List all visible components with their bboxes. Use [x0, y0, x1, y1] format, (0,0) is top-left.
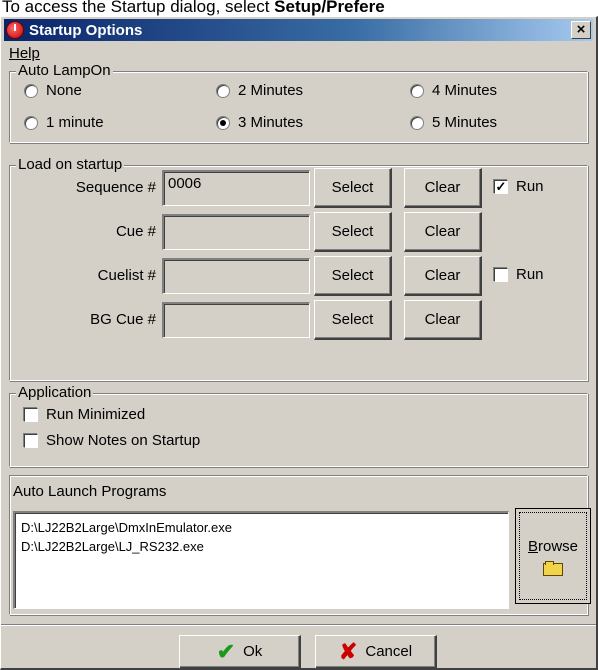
radio-2-minutes[interactable]: 2 Minutes — [216, 82, 303, 99]
radio-none[interactable]: None — [24, 82, 82, 99]
sequence-field[interactable]: 0006 — [162, 170, 310, 206]
ok-button[interactable]: ✔ Ok — [179, 635, 301, 669]
bg-cue-field[interactable] — [162, 302, 310, 338]
auto-launch-list[interactable]: D:\LJ22B2Large\DmxInEmulator.exe D:\LJ22… — [13, 511, 509, 609]
caption-lead: To access the Startup dialog, select — [2, 0, 275, 16]
run-minimized-label: Run Minimized — [46, 406, 146, 423]
cue-field[interactable] — [162, 214, 310, 250]
auto-lampon-group: Auto LampOn None 2 Minutes 4 Minutes 1 m… — [9, 62, 588, 143]
cuelist-field[interactable] — [162, 258, 310, 294]
sequence-label: Sequence # — [75, 179, 156, 196]
show-notes-label: Show Notes on Startup — [46, 432, 201, 449]
title-bar[interactable]: Startup Options × — [4, 19, 593, 41]
list-item[interactable]: D:\LJ22B2Large\LJ_RS232.exe — [21, 537, 502, 556]
radio-4-minutes[interactable]: 4 Minutes — [410, 82, 497, 99]
radio-5-minutes[interactable]: 5 Minutes — [410, 114, 497, 131]
cue-clear-button[interactable]: Clear — [404, 212, 482, 252]
radio-3-minutes[interactable]: 3 Minutes — [216, 114, 303, 131]
sequence-select-button[interactable]: Select — [314, 168, 392, 208]
browse-mnemonic: B — [527, 537, 538, 555]
close-button[interactable]: × — [571, 21, 591, 39]
cancel-button[interactable]: ✘ Cancel — [315, 635, 437, 669]
menu-help[interactable]: Help — [9, 45, 40, 62]
browse-label: Browse — [528, 538, 578, 555]
radio-label: 5 Minutes — [432, 114, 498, 131]
bg-cue-select-button[interactable]: Select — [314, 300, 392, 340]
window-title: Startup Options — [29, 21, 143, 39]
show-notes-checkbox[interactable]: Show Notes on Startup — [24, 432, 200, 449]
checkbox-box — [24, 433, 38, 448]
browse-rest: rowse — [538, 537, 579, 555]
ok-label: Ok — [243, 643, 263, 660]
x-icon: ✘ — [338, 638, 358, 664]
radio-circle — [24, 115, 38, 130]
cuelist-label: Cuelist # — [97, 267, 156, 284]
radio-circle — [216, 83, 230, 98]
checkbox-box — [494, 267, 508, 282]
load-on-startup-group: Load on startup Sequence # 0006 Select C… — [9, 156, 588, 381]
cuelist-run-checkbox[interactable]: Run — [494, 266, 544, 283]
check-icon: ✔ — [216, 638, 236, 664]
radio-circle — [24, 83, 38, 98]
list-item[interactable]: D:\LJ22B2Large\DmxInEmulator.exe — [21, 518, 502, 537]
load-on-startup-label: Load on startup — [16, 156, 125, 174]
radio-label: None — [46, 82, 82, 99]
power-icon — [6, 21, 24, 39]
application-label: Application — [16, 384, 94, 402]
bg-cue-clear-button[interactable]: Clear — [404, 300, 482, 340]
run-label: Run — [516, 178, 544, 195]
radio-circle — [410, 115, 424, 130]
radio-label: 1 minute — [46, 114, 104, 131]
caption-text: To access the Startup dialog, select Set… — [0, 0, 598, 16]
checkbox-box — [24, 407, 38, 422]
cue-select-button[interactable]: Select — [314, 212, 392, 252]
auto-lampon-label: Auto LampOn — [16, 62, 113, 80]
run-minimized-checkbox[interactable]: Run Minimized — [24, 406, 145, 423]
run-label: Run — [516, 266, 544, 283]
sequence-clear-button[interactable]: Clear — [404, 168, 482, 208]
browse-focus-rect: Browse — [519, 512, 587, 600]
cancel-label: Cancel — [365, 643, 413, 660]
folder-open-icon — [543, 560, 563, 576]
radio-circle-selected — [216, 115, 230, 130]
cuelist-select-button[interactable]: Select — [314, 256, 392, 296]
cue-label: Cue # — [115, 223, 156, 240]
bg-cue-label: BG Cue # — [90, 311, 156, 328]
radio-label: 4 Minutes — [432, 82, 498, 99]
radio-label: 2 Minutes — [238, 82, 304, 99]
caption-bold: Setup/Prefere — [274, 0, 385, 16]
footer-divider — [1, 624, 596, 626]
menu-bar: Help — [9, 45, 40, 63]
cuelist-clear-button[interactable]: Clear — [404, 256, 482, 296]
sequence-run-checkbox[interactable]: ✓ Run — [494, 178, 544, 195]
radio-circle — [410, 83, 424, 98]
startup-options-dialog: Startup Options × Help Auto LampOn None … — [0, 16, 598, 670]
auto-launch-label: Auto Launch Programs — [13, 483, 167, 500]
application-group: Application Run Minimized Show Notes on … — [9, 384, 588, 467]
check-icon: ✓ — [494, 178, 508, 194]
browse-button[interactable]: Browse — [515, 508, 591, 604]
radio-label: 3 Minutes — [238, 114, 304, 131]
radio-1-minute[interactable]: 1 minute — [24, 114, 104, 131]
